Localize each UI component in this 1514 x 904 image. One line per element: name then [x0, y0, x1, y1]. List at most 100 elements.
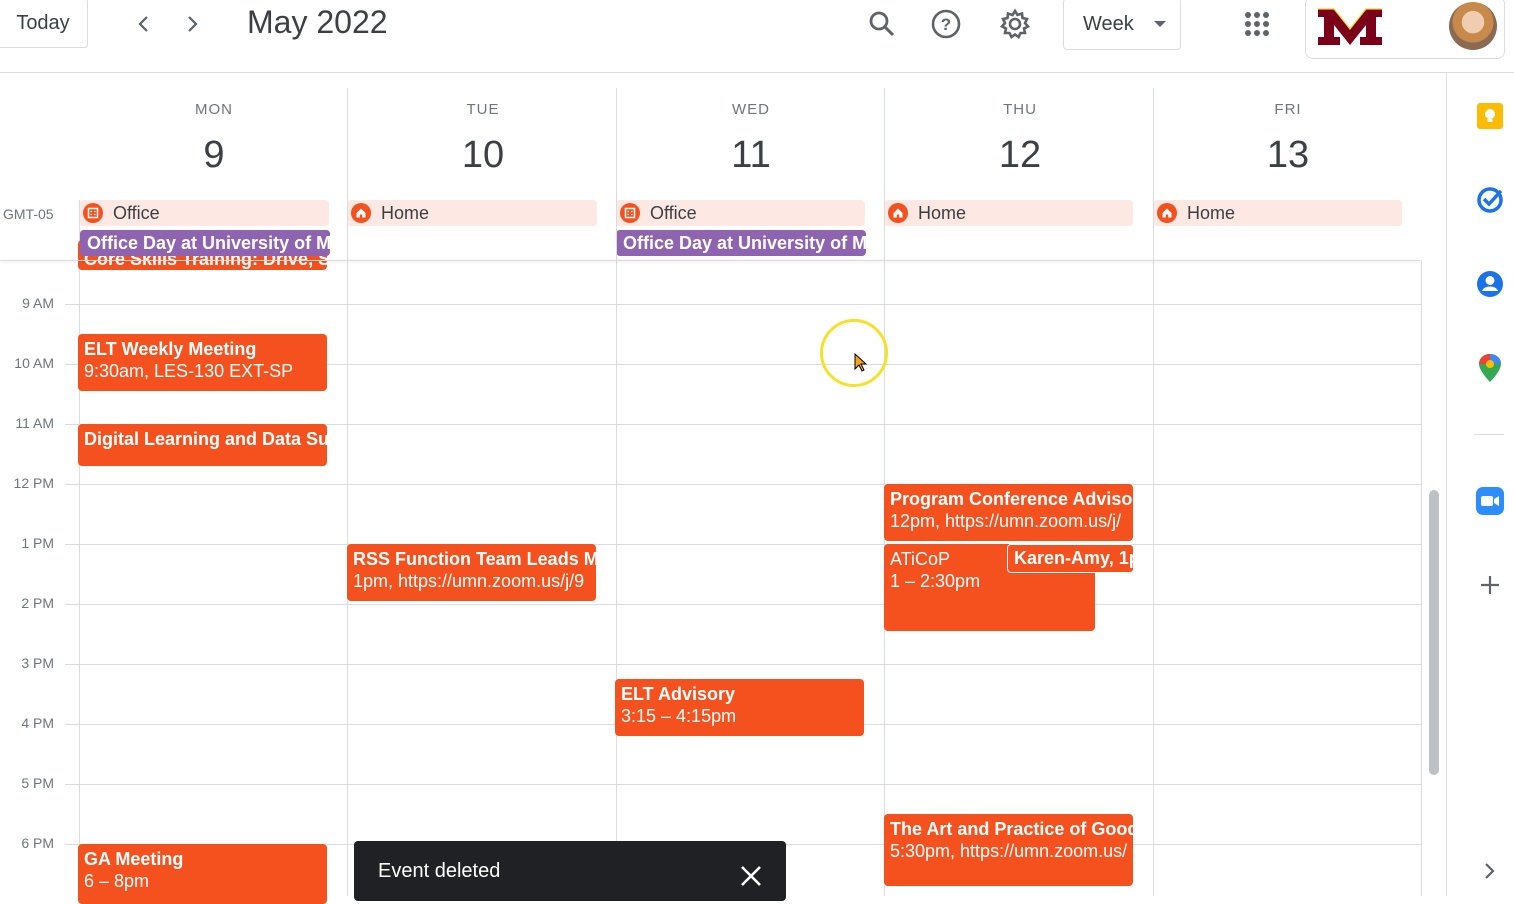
hour-gridline: [65, 784, 1422, 785]
maps-button[interactable]: [1475, 353, 1505, 383]
day-number-wed[interactable]: 11: [711, 134, 791, 177]
day-number-thu[interactable]: 12: [980, 134, 1060, 177]
zoom-button[interactable]: [1475, 486, 1505, 516]
current-month-title: May 2022: [247, 4, 388, 40]
tasks-icon: [1477, 187, 1503, 213]
event-block[interactable]: ELT Advisory 3:15 – 4:15pm: [615, 679, 864, 736]
hour-label: 1 PM: [21, 535, 54, 551]
event-title: RSS Function Team Leads Meeting: [353, 549, 596, 569]
previous-week-button[interactable]: [126, 6, 162, 42]
hour-label: 2 PM: [21, 595, 54, 611]
contacts-button[interactable]: [1475, 269, 1505, 299]
search-button[interactable]: [860, 2, 904, 46]
settings-button[interactable]: [993, 2, 1037, 46]
hour-label: 3 PM: [21, 655, 54, 671]
day-name-wed: WED: [732, 101, 770, 118]
close-icon: [741, 866, 761, 886]
dropdown-caret-icon: [1154, 21, 1166, 27]
day-column-divider: [1153, 88, 1154, 896]
event-detail: 9:30am, LES-130 EXT-SP: [84, 361, 294, 381]
hour-gridline: [65, 664, 1422, 665]
snackbar-close-button[interactable]: [736, 861, 766, 891]
tasks-button[interactable]: [1475, 185, 1505, 215]
event-title: ELT Advisory: [621, 684, 736, 704]
working-location-chip[interactable]: Office: [616, 200, 865, 226]
top-bar: [0, 0, 1514, 73]
keep-button[interactable]: [1475, 101, 1505, 131]
working-location-label: Home: [381, 202, 430, 223]
add-addon-button[interactable]: [1475, 570, 1505, 600]
apps-button[interactable]: [1235, 2, 1279, 46]
office-icon: [83, 203, 103, 223]
chevron-right-icon: [1485, 863, 1495, 879]
next-week-button[interactable]: [174, 6, 210, 42]
view-selector-label: Week: [1083, 12, 1134, 35]
home-icon: [351, 203, 371, 223]
day-number-mon[interactable]: 9: [174, 134, 254, 177]
apps-grid-icon: [1245, 12, 1269, 36]
working-location-chip[interactable]: Home: [1153, 200, 1402, 226]
hour-label: 4 PM: [21, 715, 54, 731]
contacts-icon: [1477, 271, 1503, 297]
svg-text:?: ?: [941, 15, 951, 34]
working-location-label: Office: [113, 202, 160, 223]
hour-label: 12 PM: [13, 475, 54, 491]
working-location-chip[interactable]: Home: [884, 200, 1133, 226]
calendar-scrollbar[interactable]: [1429, 490, 1439, 775]
hour-gridline: [65, 304, 1422, 305]
working-location-chip[interactable]: Home: [347, 200, 597, 226]
office-icon: [620, 203, 640, 223]
event-title: GA Meeting: [84, 849, 184, 869]
help-button[interactable]: ?: [924, 2, 968, 46]
event-block[interactable]: RSS Function Team Leads Meeting 1pm, htt…: [347, 544, 596, 601]
video-camera-icon: [1476, 487, 1504, 515]
sidebar-divider: [1474, 434, 1504, 435]
working-location-chip[interactable]: Office: [79, 200, 329, 226]
day-name-mon: MON: [195, 101, 233, 118]
allday-event[interactable]: Office Day at University of Minnesota: [80, 230, 330, 256]
event-title: Digital Learning and Data Support: [84, 429, 327, 449]
hour-label: 11 AM: [15, 415, 54, 431]
event-block[interactable]: GA Meeting 6 – 8pm: [78, 844, 327, 904]
event-detail: 1 – 2:30pm: [890, 571, 981, 591]
timezone-label: GMT-05: [3, 206, 54, 222]
hour-label: 9 AM: [22, 295, 54, 311]
day-column-divider: [347, 88, 348, 896]
event-block[interactable]: Program Conference Advisory 12pm, https:…: [884, 484, 1133, 541]
day-name-tue: TUE: [466, 101, 500, 118]
day-name-thu: THU: [1003, 101, 1037, 118]
hour-gridline: [65, 604, 1422, 605]
event-title: The Art and Practice of Good: [890, 819, 1133, 839]
working-location-label: Home: [1187, 202, 1236, 223]
day-number-fri[interactable]: 13: [1248, 134, 1328, 177]
expand-panel-button[interactable]: [1475, 856, 1505, 886]
allday-divider: [0, 260, 1420, 261]
event-detail: 1pm, https://umn.zoom.us/j/9: [353, 571, 585, 591]
view-selector[interactable]: Week: [1063, 0, 1181, 50]
event-title: Karen-Amy, 1pm: [1014, 548, 1133, 568]
today-button[interactable]: Today: [0, 0, 88, 48]
event-detail: 12pm, https://umn.zoom.us/j/: [890, 511, 1122, 531]
event-block[interactable]: Karen-Amy, 1pm: [1007, 544, 1134, 573]
event-block[interactable]: ELT Weekly Meeting 9:30am, LES-130 EXT-S…: [78, 334, 327, 391]
event-detail: 5:30pm, https://umn.zoom.us/: [890, 841, 1128, 861]
day-column-divider: [1421, 260, 1422, 896]
keep-icon: [1477, 103, 1503, 129]
day-number-tue[interactable]: 10: [443, 134, 523, 177]
hour-gridline: [65, 484, 1422, 485]
search-icon: [869, 11, 895, 37]
account-avatar[interactable]: [1449, 2, 1497, 50]
mouse-pointer-icon: [854, 353, 868, 372]
gear-icon: [999, 8, 1031, 39]
event-block[interactable]: The Art and Practice of Good 5:30pm, htt…: [884, 814, 1133, 886]
day-column-divider: [616, 88, 617, 896]
event-block[interactable]: Digital Learning and Data Support: [78, 424, 327, 466]
event-detail: 3:15 – 4:15pm: [621, 706, 737, 726]
event-title: Program Conference Advisory: [890, 489, 1133, 509]
home-icon: [1157, 203, 1177, 223]
event-title: ELT Weekly Meeting: [84, 339, 257, 359]
chevron-right-icon: [188, 16, 198, 32]
day-name-fri: FRI: [1274, 101, 1302, 118]
snackbar: Event deleted: [354, 841, 786, 901]
hour-label: 5 PM: [21, 775, 54, 791]
